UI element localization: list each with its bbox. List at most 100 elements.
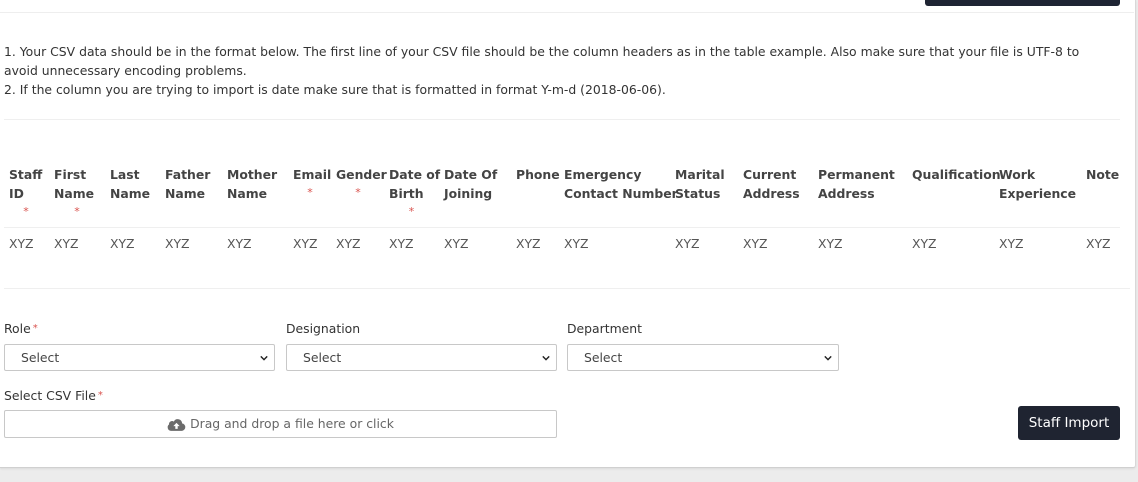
table-cell: XYZ	[516, 236, 541, 251]
header-text: Date of	[389, 167, 441, 182]
header-text: Father	[165, 167, 211, 182]
table-cell: XYZ	[743, 236, 768, 251]
required-marker: *	[408, 205, 415, 218]
table-header-divider	[4, 227, 1120, 228]
header-text: Status	[675, 186, 721, 201]
table-header-qualification: Qualification	[912, 165, 1001, 184]
header-text: Permanent	[818, 167, 895, 182]
table-header-note: Note	[1086, 165, 1119, 184]
table-header-first-name: First Name *	[54, 165, 100, 220]
table-cell: XYZ	[675, 236, 700, 251]
header-text: Joining	[444, 186, 493, 201]
panel-title-fragment	[8, 0, 78, 2]
header-text: Marital	[675, 167, 725, 182]
table-cell: XYZ	[1086, 236, 1111, 251]
table-cell: XYZ	[54, 236, 79, 251]
header-text: Work	[999, 167, 1036, 182]
table-cell: XYZ	[293, 236, 318, 251]
staff-import-panel: 1. Your CSV data should be in the format…	[0, 0, 1136, 468]
table-header-staff-id: Staff ID *	[9, 165, 43, 220]
table-cell: XYZ	[389, 236, 414, 251]
table-cell: XYZ	[564, 236, 589, 251]
header-text: Mother	[227, 167, 278, 182]
table-header-gender: Gender *	[336, 165, 387, 201]
chevron-down-icon	[824, 355, 832, 361]
table-header-work-experience: Work Experience	[999, 165, 1076, 203]
table-header-date-of-joining: Date Of Joining	[444, 165, 497, 203]
table-header-permanent-address: Permanent Address	[818, 165, 895, 203]
designation-select[interactable]: Select	[286, 344, 557, 371]
required-marker: *	[355, 186, 361, 199]
table-cell: XYZ	[336, 236, 361, 251]
instructions-divider	[4, 119, 1120, 120]
instruction-line-1: 1. Your CSV data should be in the format…	[4, 44, 1080, 78]
table-cell: XYZ	[999, 236, 1024, 251]
table-header-marital-status: Marital Status	[675, 165, 725, 203]
required-marker: *	[307, 186, 313, 199]
instructions: 1. Your CSV data should be in the format…	[4, 42, 1114, 99]
role-label-text: Role	[4, 321, 31, 336]
designation-select-value: Select	[303, 350, 342, 365]
staff-import-button[interactable]: Staff Import	[1018, 406, 1120, 440]
table-header-last-name: Last Name	[110, 165, 150, 203]
chevron-down-icon	[542, 355, 550, 361]
header-text: Current	[743, 167, 797, 182]
cloud-upload-icon	[167, 419, 186, 431]
header-text: Qualification	[912, 167, 1001, 182]
required-marker: *	[97, 390, 103, 401]
role-select[interactable]: Select	[4, 344, 275, 371]
department-label: Department	[567, 321, 642, 337]
required-marker: *	[32, 323, 38, 334]
header-text: Email	[293, 167, 332, 182]
header-text: Gender	[336, 167, 387, 182]
required-marker: *	[74, 205, 80, 218]
header-text: Name	[165, 186, 206, 201]
header-text: ID	[9, 186, 24, 201]
table-cell: XYZ	[818, 236, 843, 251]
header-text: Birth	[389, 186, 424, 201]
role-select-value: Select	[21, 350, 60, 365]
csv-file-label: Select CSV File *	[4, 388, 103, 404]
designation-label-text: Designation	[286, 321, 361, 336]
table-cell: XYZ	[227, 236, 252, 251]
table-cell: XYZ	[165, 236, 190, 251]
header-text: Staff	[9, 167, 43, 182]
header-text: Name	[227, 186, 268, 201]
table-header-father-name: Father Name	[165, 165, 210, 203]
role-label: Role *	[4, 321, 38, 337]
table-header-phone: Phone	[516, 165, 560, 184]
chevron-down-icon	[260, 355, 268, 361]
table-cell: XYZ	[110, 236, 135, 251]
required-marker: *	[23, 205, 29, 218]
table-header-mother-name: Mother Name	[227, 165, 277, 203]
header-text: Phone	[516, 167, 560, 182]
header-divider	[0, 12, 1134, 13]
header-text: Name	[110, 186, 151, 201]
table-cell: XYZ	[9, 236, 34, 251]
table-header-current-address: Current Address	[743, 165, 800, 203]
csv-file-dropzone[interactable]: Drag and drop a file here or click	[4, 410, 557, 438]
dropzone-text: Drag and drop a file here or click	[190, 416, 394, 431]
header-text: Name	[54, 186, 95, 201]
table-bottom-divider	[4, 288, 1130, 289]
header-text: Emergency	[564, 167, 642, 182]
table-header-email: Email *	[293, 165, 331, 201]
table-header-emergency-contact: Emergency Contact Number	[564, 165, 678, 203]
table-cell: XYZ	[444, 236, 469, 251]
header-text: First	[54, 167, 87, 182]
header-text: Address	[743, 186, 800, 201]
table-cell: XYZ	[912, 236, 937, 251]
header-text: Date Of	[444, 167, 498, 182]
table-header-date-of-birth: Date of Birth *	[389, 165, 440, 220]
header-text: Contact Number	[564, 186, 678, 201]
designation-label: Designation	[286, 321, 360, 337]
header-text: Last	[110, 167, 140, 182]
header-text: Experience	[999, 186, 1077, 201]
department-label-text: Department	[567, 321, 642, 336]
department-select[interactable]: Select	[567, 344, 839, 371]
department-select-value: Select	[584, 350, 623, 365]
top-action-button[interactable]	[925, 0, 1120, 6]
csv-file-label-text: Select CSV File	[4, 388, 96, 403]
header-text: Address	[818, 186, 875, 201]
header-text: Note	[1086, 167, 1120, 182]
